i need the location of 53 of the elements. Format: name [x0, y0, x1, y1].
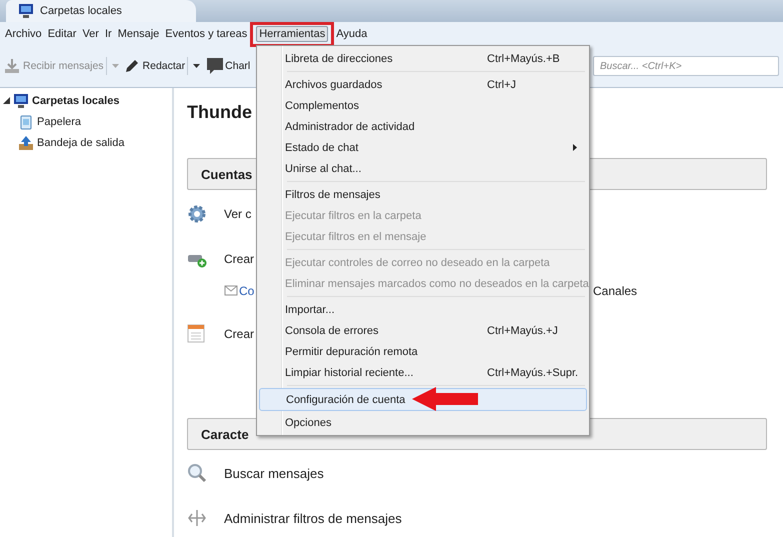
monitor-icon [18, 3, 34, 19]
action-link[interactable]: Crear [224, 252, 254, 266]
action-link[interactable]: Buscar mensajes [224, 466, 324, 480]
menu-item[interactable]: Libreta de direcciones Ctrl+Mayús.+B [259, 48, 587, 69]
folder-item[interactable]: Carpetas locales [32, 94, 120, 106]
menu-item[interactable]: Editar [44, 26, 80, 40]
search-field[interactable]: Buscar... <Ctrl+K> [593, 56, 779, 76]
caret-icon [193, 64, 200, 68]
window-title: Carpetas locales [40, 5, 122, 17]
action-link[interactable]: Crear [224, 327, 254, 341]
menu-item[interactable]: Permitir depuración remota [259, 341, 587, 362]
trash-icon [18, 114, 34, 130]
menu-item[interactable]: Ir [102, 26, 115, 40]
outbox-icon [18, 134, 34, 150]
calendar-icon [187, 324, 207, 344]
menu-item[interactable]: Opciones [259, 412, 587, 433]
pencil-icon [124, 58, 140, 74]
action-link[interactable]: Administrar filtros de mensajes [224, 510, 402, 526]
gear-icon [187, 204, 207, 224]
menu-item[interactable]: Consola de errores Ctrl+Mayús.+J [259, 320, 587, 341]
window-tab[interactable]: Carpetas locales [6, 0, 196, 22]
menu-item[interactable]: Importar... [259, 299, 587, 320]
menu-item[interactable]: Limpiar historial reciente... Ctrl+Mayús.+Supr. [259, 362, 587, 383]
menu-item[interactable]: Estado de chat [259, 137, 587, 158]
menu-item[interactable]: Complementos [259, 95, 587, 116]
menu-item[interactable]: Unirse al chat... [259, 158, 587, 179]
section-title: Cuentas [201, 166, 252, 182]
download-icon [4, 58, 20, 74]
magnifier-icon [187, 463, 207, 483]
menu-item[interactable]: Eventos y tareas [162, 26, 250, 40]
email-link[interactable]: Co [224, 284, 254, 298]
folder-item[interactable]: Bandeja de salida [37, 136, 124, 148]
menu-item[interactable]: Configuración de cuenta [259, 388, 587, 411]
menu-item[interactable]: Archivo [2, 26, 45, 40]
monitor-icon [13, 92, 29, 108]
filter-arrows-icon [187, 508, 207, 528]
menu-item[interactable]: Mensaje [114, 26, 162, 40]
section-title: Caracte [201, 426, 249, 442]
envelope-icon [224, 284, 238, 298]
toolbar-button[interactable]: Charl [207, 56, 250, 76]
folder-item[interactable]: Papelera [37, 116, 82, 128]
toolbar-button[interactable]: Redactar [124, 56, 186, 76]
menu-item[interactable]: Ayuda [333, 26, 370, 40]
caret-icon [112, 64, 119, 68]
action-link[interactable]: Ver c [224, 207, 252, 221]
page-title: Thunde [187, 101, 252, 124]
link-text[interactable]: Canales [593, 284, 638, 298]
menu-item[interactable]: Herramientas [256, 26, 328, 42]
menu-item[interactable]: Filtros de mensajes [259, 184, 587, 205]
menu-item[interactable]: Administrador de actividad [259, 116, 587, 137]
menu-item[interactable]: Archivos guardados Ctrl+J [259, 74, 587, 95]
menu-item[interactable]: Ver [79, 26, 102, 40]
speech-bubble-icon [207, 58, 224, 74]
